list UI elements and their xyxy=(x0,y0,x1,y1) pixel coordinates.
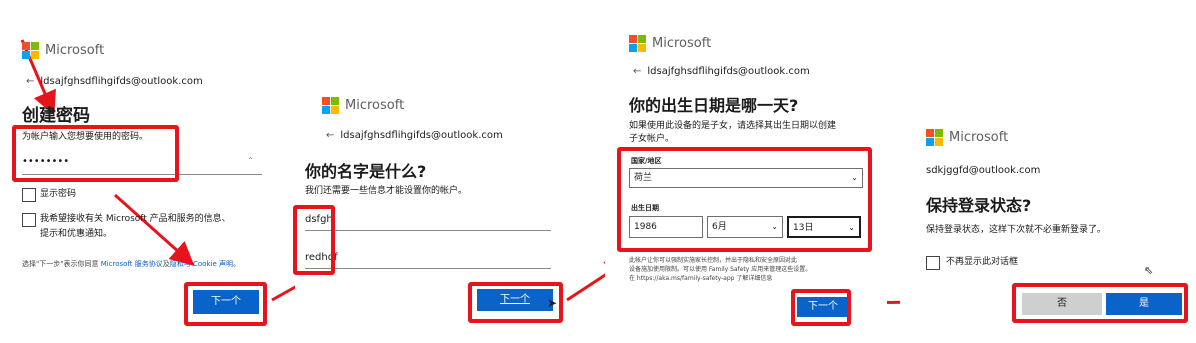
microsoft-logo: Microsoft xyxy=(629,35,711,52)
privacy-link[interactable]: 隐私与 Cookie 声明 xyxy=(170,260,233,268)
first-name-input[interactable]: dsfgh xyxy=(305,214,551,231)
step3-prompt-line2: 子女帐户。 xyxy=(629,134,675,144)
mouse-cursor-icon: ⇖ xyxy=(1144,264,1154,277)
step4-prompt: 保持登录状态，这样下次就不必重新登录了。 xyxy=(926,225,1107,235)
last-name-input[interactable]: redhdf xyxy=(305,252,551,269)
brand-name: Microsoft xyxy=(652,36,712,51)
brand-name: Microsoft xyxy=(345,98,405,113)
family-notice-line2: 设备施加使用限制。可以使用 Family Safety 应用来管理这些设置。 xyxy=(629,266,812,273)
microsoft-logo: Microsoft xyxy=(926,129,1008,146)
legal-suffix: 。 xyxy=(233,260,240,268)
family-notice-line1: 此帐户让你可以强制实施家长控制，并出于隐私和安全原因对此 xyxy=(629,257,798,264)
step3-dob-highlight xyxy=(617,147,872,252)
legal-prefix: 选择"下一步"表示你同意 xyxy=(22,260,99,268)
microsoft-logo-icon xyxy=(629,35,646,52)
step2-title: 你的名字是什么? xyxy=(305,162,427,181)
brand-name: Microsoft xyxy=(45,43,105,58)
step3-prompt-line1: 如果使用此设备的是子女，请选择其出生日期以创建 xyxy=(629,121,837,131)
marketing-label-line2: 提示和优惠通知。 xyxy=(40,229,113,239)
step3-email: ldsajfghsdflihgifds@outlook.com xyxy=(647,66,810,77)
microsoft-logo-icon xyxy=(22,42,39,59)
brand-name: Microsoft xyxy=(949,130,1009,145)
dont-show-again-checkbox[interactable] xyxy=(926,256,940,270)
marketing-checkbox[interactable] xyxy=(22,213,36,227)
step3-title: 你的出生日期是哪一天? xyxy=(629,96,799,115)
legal-mid: 及 xyxy=(162,260,170,268)
show-password-checkbox[interactable] xyxy=(22,188,36,202)
step2-email-row: ← ldsajfghsdflihgifds@outlook.com xyxy=(326,130,503,141)
dont-show-again-label: 不再显示此对话框 xyxy=(946,257,1019,267)
step1-password-highlight xyxy=(12,125,179,182)
family-notice-line3: 在 https://aka.ms/family-safety-app 了解详细信… xyxy=(629,275,773,282)
step3-email-row: ← ldsajfghsdflihgifds@outlook.com xyxy=(633,66,810,77)
back-arrow-icon[interactable]: ← xyxy=(633,66,641,77)
marketing-label-line1: 我希望接收有关 Microsoft 产品和服务的信息、 xyxy=(40,214,231,224)
step3-next-highlight xyxy=(791,289,851,326)
reveal-icon[interactable]: ⌃ xyxy=(247,156,254,165)
step1-email: ldsajfghsdflihgifds@outlook.com xyxy=(40,76,203,87)
step4-email: sdkjggfd@outlook.com xyxy=(926,165,1041,176)
back-arrow-icon[interactable]: ← xyxy=(326,130,334,141)
step4-title: 保持登录状态? xyxy=(926,196,1032,215)
step2-next-highlight xyxy=(468,282,563,323)
back-arrow-icon[interactable]: ← xyxy=(26,76,34,87)
step1-title: 创建密码 xyxy=(22,106,90,126)
service-agreement-link[interactable]: Microsoft 服务协议 xyxy=(101,260,163,268)
microsoft-logo: Microsoft xyxy=(322,97,404,114)
step4-buttons-highlight xyxy=(1012,283,1188,323)
step2-email: ldsajfghsdflihgifds@outlook.com xyxy=(340,130,503,141)
step2-names-highlight xyxy=(293,205,335,275)
microsoft-logo-icon xyxy=(322,97,339,114)
step2-prompt: 我们还需要一些信息才能设置你的帐户。 xyxy=(305,186,468,196)
step1-next-highlight xyxy=(184,282,267,326)
show-password-label: 显示密码 xyxy=(40,189,77,199)
microsoft-logo: Microsoft xyxy=(22,42,104,59)
step1-email-row: ← ldsajfghsdflihgifds@outlook.com xyxy=(26,76,203,87)
legal-text: 选择"下一步"表示你同意 Microsoft 服务协议及隐私与 Cookie 声… xyxy=(22,260,262,269)
microsoft-logo-icon xyxy=(926,129,943,146)
